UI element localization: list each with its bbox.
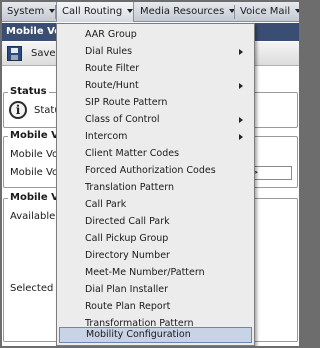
available-label: Available (10, 211, 56, 222)
menu-item-label: Client Matter Codes (85, 148, 180, 159)
menu-item-label: Class of Control (85, 114, 160, 125)
submenu-arrow-icon (239, 49, 243, 55)
menu-item-label: AAR Group (85, 29, 137, 40)
menu-item-class-of-control[interactable]: Class of Control (59, 112, 252, 128)
menu-item-dial-rules[interactable]: Dial Rules (59, 44, 252, 60)
menu-item-forced-authorization-codes[interactable]: Forced Authorization Codes (59, 163, 252, 179)
submenu-arrow-icon (239, 134, 243, 140)
call-routing-dropdown: AAR Group Dial Rules Route Filter Route/… (56, 23, 255, 346)
menu-item-translation-pattern[interactable]: Translation Pattern (59, 180, 252, 196)
menu-item-label: Dial Plan Installer (85, 284, 169, 295)
menu-call-routing-label: Call Routing (62, 6, 123, 17)
info-icon: i (9, 101, 27, 119)
menu-item-label: Meet-Me Number/Pattern (85, 267, 205, 278)
submenu-arrow-icon (239, 83, 243, 89)
menu-item-label: Intercom (85, 131, 128, 142)
menu-item-dial-plan-installer[interactable]: Dial Plan Installer (59, 282, 252, 298)
menu-item-route-plan-report[interactable]: Route Plan Report (59, 299, 252, 315)
chevron-down-icon (295, 9, 299, 13)
menu-item-label: Call Pickup Group (85, 233, 169, 244)
save-button[interactable]: Save (31, 48, 56, 59)
menu-voice-mail-label: Voice Mail (240, 6, 291, 17)
menu-item-sip-route-pattern[interactable]: SIP Route Pattern (59, 95, 252, 111)
menu-item-label: Call Park (85, 199, 127, 210)
submenu-arrow-icon (239, 117, 243, 123)
menu-item-label: SIP Route Pattern (85, 97, 168, 108)
menu-item-label: Directed Call Park (85, 216, 170, 227)
menu-item-call-park[interactable]: Call Park (59, 197, 252, 213)
status-legend: Status (8, 86, 49, 97)
menu-item-label: Dial Rules (85, 46, 133, 57)
menu-item-directed-call-park[interactable]: Directed Call Park (59, 214, 252, 230)
menu-system[interactable]: System (2, 2, 56, 22)
menu-item-meet-me-number-pattern[interactable]: Meet-Me Number/Pattern (59, 265, 252, 281)
menu-item-call-pickup-group[interactable]: Call Pickup Group (59, 231, 252, 247)
menu-item-label: Route/Hunt (85, 80, 139, 91)
menu-item-label: Route Filter (85, 63, 140, 74)
menu-item-label: Directory Number (85, 250, 170, 261)
menu-item-intercom[interactable]: Intercom (59, 129, 252, 145)
chevron-down-icon (127, 9, 134, 13)
menu-media-resources-label: Media Resources (140, 6, 225, 17)
app-window: System Call Routing Media Resources Voic… (2, 2, 299, 346)
menu-item-label: Translation Pattern (85, 182, 174, 193)
selected-label: Selected (10, 283, 54, 294)
menu-item-aar-group[interactable]: AAR Group (59, 27, 252, 43)
row-label: Mobile Vo (10, 149, 59, 160)
menu-bar: System Call Routing Media Resources Voic… (2, 2, 299, 22)
menu-media-resources[interactable]: Media Resources (135, 2, 236, 22)
menu-call-routing[interactable]: Call Routing (56, 2, 134, 22)
save-icon[interactable] (7, 46, 22, 61)
menu-item-label: Route Plan Report (85, 301, 171, 312)
row-label: Mobile Vo (10, 167, 59, 178)
menu-item-client-matter-codes[interactable]: Client Matter Codes (59, 146, 252, 162)
menu-item-directory-number[interactable]: Directory Number (59, 248, 252, 264)
menu-item-route-hunt[interactable]: Route/Hunt (59, 78, 252, 94)
menu-voice-mail[interactable]: Voice Mail (235, 2, 299, 22)
menu-item-route-filter[interactable]: Route Filter (59, 61, 252, 77)
menu-item-label: Forced Authorization Codes (85, 165, 216, 176)
menu-item-mobility-configuration[interactable]: Mobility Configuration (59, 327, 252, 343)
menu-system-label: System (7, 6, 45, 17)
menu-item-label: Mobility Configuration (86, 329, 191, 340)
